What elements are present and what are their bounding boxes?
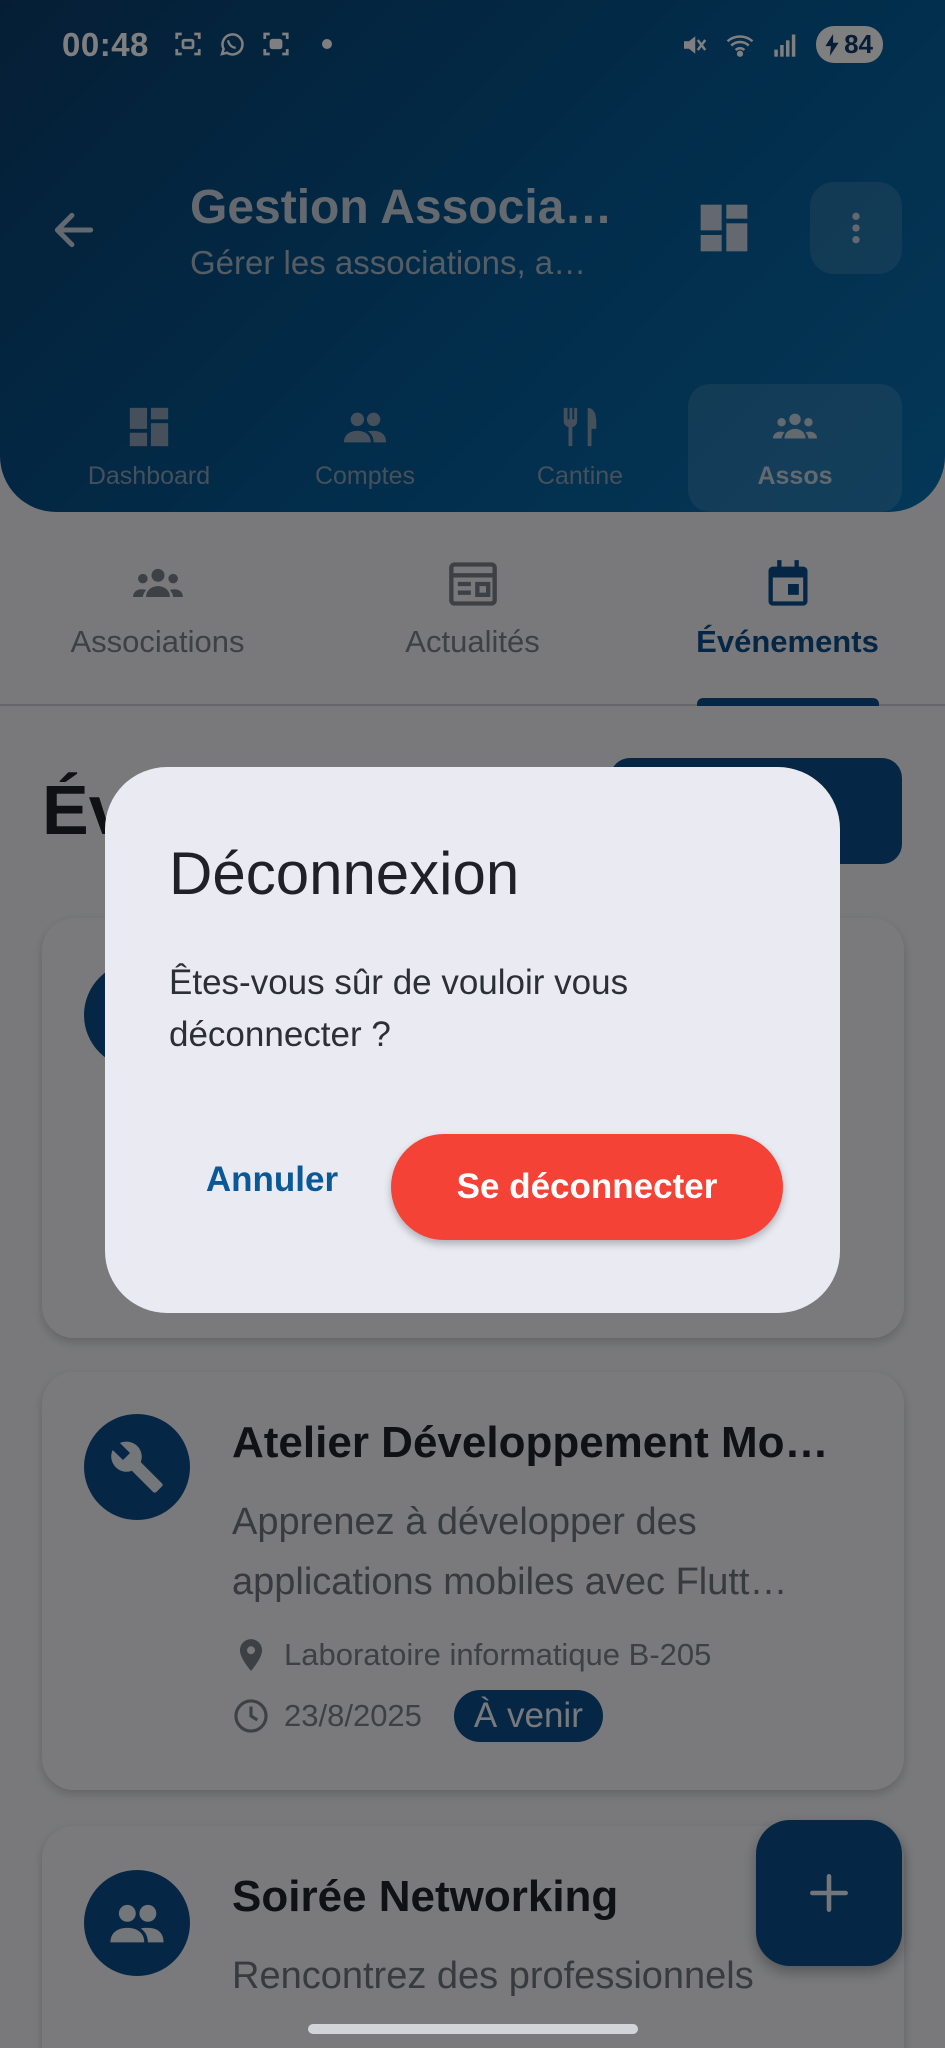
dialog-title: Déconnexion <box>169 840 520 907</box>
dialog-message: Êtes-vous sûr de vouloir vous déconnecte… <box>169 963 629 1054</box>
cancel-button[interactable]: Annuler <box>187 1135 357 1225</box>
logout-button[interactable]: Se déconnecter <box>391 1134 783 1240</box>
home-indicator[interactable] <box>308 2024 638 2034</box>
logout-dialog: Déconnexion Êtes-vous sûr de vouloir vou… <box>105 767 840 1313</box>
